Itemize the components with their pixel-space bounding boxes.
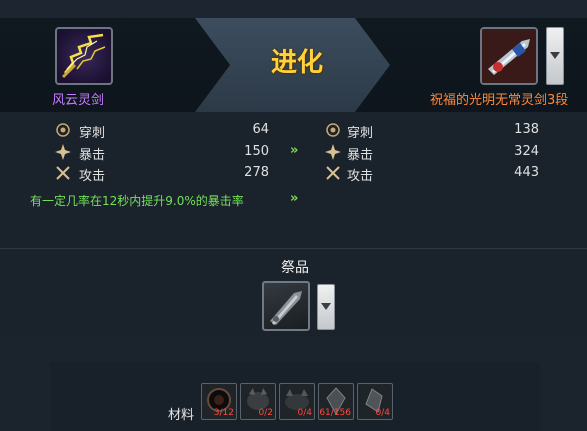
pierce-icon <box>326 123 340 137</box>
pierce-icon <box>56 123 70 137</box>
page-title: 进化 <box>270 48 323 78</box>
stat-label: 穿刺 <box>79 126 106 141</box>
stat-label: 穿刺 <box>347 126 374 141</box>
stat-row-after-pierce: 穿刺 138 <box>325 121 545 141</box>
material-count: 0/4 <box>297 408 312 418</box>
stat-value: 150 <box>244 144 269 159</box>
sacrifice-slot[interactable] <box>262 281 310 331</box>
sacrifice-item-icon <box>270 291 302 325</box>
stat-value: 443 <box>514 165 539 180</box>
effect-description: 有一定几率在12秒内提升9.0%的暴击率 <box>30 194 244 208</box>
chevron-down-icon <box>321 303 331 310</box>
material-count: 3/12 <box>213 408 234 418</box>
stat-row-before-critical: 暴击 150 <box>55 143 275 163</box>
stat-value: 64 <box>252 122 269 137</box>
stat-label: 暴击 <box>79 148 106 163</box>
stat-value: 324 <box>514 144 539 159</box>
critical-icon <box>55 144 71 160</box>
materials-label: 材料 <box>168 408 195 423</box>
stat-value: 138 <box>514 122 539 137</box>
material-slot[interactable]: 0/4 <box>279 383 315 420</box>
stat-label: 攻击 <box>347 169 374 184</box>
arrow-icon: » <box>290 143 299 158</box>
material-count: 61/156 <box>319 408 351 418</box>
material-slot[interactable]: 3/12 <box>201 383 237 420</box>
stat-row-after-critical: 暴击 324 <box>325 143 545 163</box>
result-item-dropdown[interactable] <box>546 27 564 85</box>
stat-row-before-pierce: 穿刺 64 <box>55 121 275 141</box>
material-count: 0/4 <box>375 408 390 418</box>
stat-value: 278 <box>244 165 269 180</box>
critical-icon <box>325 144 341 160</box>
stat-row-after-attack: 攻击 443 <box>325 164 545 184</box>
chevron-down-icon <box>550 52 560 59</box>
arrow-icon: » <box>290 191 299 206</box>
stat-label: 攻击 <box>79 169 106 184</box>
material-count: 0/2 <box>258 408 273 418</box>
sacrifice-label: 祭品 <box>281 260 309 276</box>
material-slot[interactable]: 0/2 <box>240 383 276 420</box>
blessed-blade-icon[interactable] <box>480 27 538 85</box>
attack-icon <box>56 166 70 180</box>
lightning-sword-icon[interactable] <box>55 27 113 85</box>
sacrifice-dropdown[interactable] <box>317 284 335 330</box>
stat-label: 暴击 <box>347 148 374 163</box>
section-divider <box>0 248 587 249</box>
material-slot[interactable]: 61/156 <box>318 383 354 420</box>
stat-row-before-attack: 攻击 278 <box>55 164 275 184</box>
right-item-name: 祝福的光明无常灵剑3段 <box>430 93 569 108</box>
material-slot[interactable]: 0/4 <box>357 383 393 420</box>
left-item-name: 风云灵剑 <box>52 93 105 108</box>
attack-icon <box>326 166 340 180</box>
